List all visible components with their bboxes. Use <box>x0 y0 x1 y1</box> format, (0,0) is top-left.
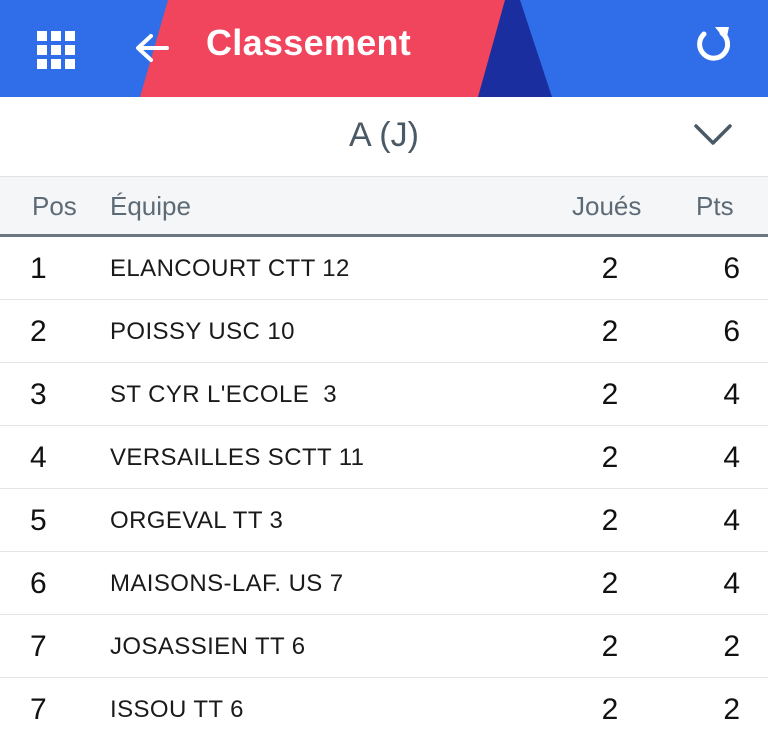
row-position: 2 <box>30 315 47 348</box>
table-row[interactable]: 3 ST CYR L'ECOLE 3 2 4 <box>0 363 768 426</box>
row-position: 7 <box>30 630 47 663</box>
table-row[interactable]: 1 ELANCOURT CTT 12 2 6 <box>0 237 768 300</box>
row-team: POISSY USC 10 <box>110 318 295 345</box>
row-points: 4 <box>723 378 740 411</box>
row-played: 2 <box>601 504 619 537</box>
refresh-icon <box>697 27 731 61</box>
back-button[interactable] <box>124 20 180 76</box>
row-position: 4 <box>30 441 47 474</box>
chevron-down-icon <box>690 115 736 155</box>
column-header-team: Équipe <box>110 191 191 221</box>
row-played: 2 <box>601 252 619 285</box>
table-row[interactable]: 5 ORGEVAL TT 3 2 4 <box>0 489 768 552</box>
standings-table: 1 ELANCOURT CTT 12 2 6 2 POISSY USC 10 2… <box>0 237 768 730</box>
table-row[interactable]: 4 VERSAILLES SCTT 11 2 4 <box>0 426 768 489</box>
row-team: ST CYR L'ECOLE 3 <box>110 381 338 408</box>
row-team: ELANCOURT CTT 12 <box>110 255 350 282</box>
row-played: 2 <box>601 693 619 726</box>
row-played: 2 <box>601 630 619 663</box>
table-row[interactable]: 7 ISSOU TT 6 2 2 <box>0 678 768 730</box>
row-points: 4 <box>723 504 740 537</box>
row-points: 6 <box>723 252 740 285</box>
row-position: 6 <box>30 567 47 600</box>
table-row[interactable]: 2 POISSY USC 10 2 6 <box>0 300 768 363</box>
row-played: 2 <box>601 567 619 600</box>
row-team: MAISONS-LAF. US 7 <box>110 570 344 597</box>
row-played: 2 <box>601 315 619 348</box>
row-team: ORGEVAL TT 3 <box>110 507 284 534</box>
row-played: 2 <box>601 378 619 411</box>
row-team: ISSOU TT 6 <box>110 696 244 723</box>
row-position: 1 <box>30 252 47 285</box>
table-row[interactable]: 6 MAISONS-LAF. US 7 2 4 <box>0 552 768 615</box>
menu-button[interactable] <box>28 22 84 78</box>
row-team: VERSAILLES SCTT 11 <box>110 444 365 471</box>
table-row[interactable]: 7 JOSASSIEN TT 6 2 2 <box>0 615 768 678</box>
page-title: Classement <box>206 22 412 63</box>
refresh-button[interactable] <box>686 16 742 72</box>
column-header-pos: Pos <box>32 191 77 221</box>
column-header-played: Joués <box>572 191 642 221</box>
row-played: 2 <box>601 441 619 474</box>
row-team: JOSASSIEN TT 6 <box>110 633 306 660</box>
table-header: Pos Équipe Joués Pts <box>0 176 768 237</box>
column-header-points: Pts <box>696 191 734 221</box>
row-points: 6 <box>723 315 740 348</box>
row-position: 5 <box>30 504 47 537</box>
row-points: 4 <box>723 567 740 600</box>
row-position: 7 <box>30 693 47 726</box>
division-value: A (J) <box>349 116 419 154</box>
division-selector[interactable]: A (J) <box>0 97 768 176</box>
arrow-left-icon <box>136 34 169 62</box>
row-points: 2 <box>723 630 740 663</box>
app-bar: Classement <box>0 0 768 97</box>
grid-icon <box>37 31 75 69</box>
row-position: 3 <box>30 378 47 411</box>
row-points: 2 <box>723 693 740 726</box>
row-points: 4 <box>723 441 740 474</box>
